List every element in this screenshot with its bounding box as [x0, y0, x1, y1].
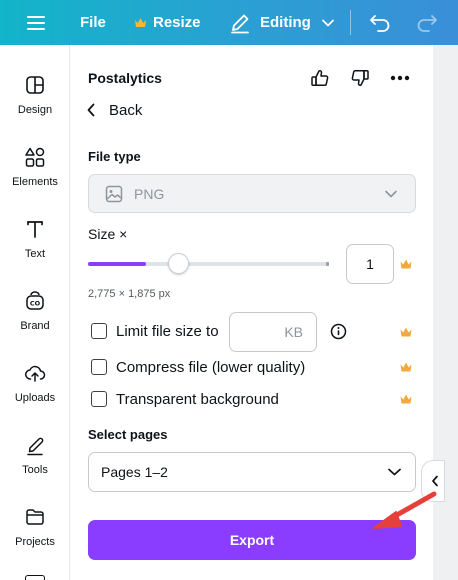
chevron-left-icon — [86, 103, 96, 117]
more-options-icon[interactable] — [389, 67, 411, 89]
brand-icon: CO — [23, 289, 47, 313]
file-type-value: PNG — [134, 185, 165, 202]
annotation-arrow-icon — [373, 491, 437, 529]
editing-label: Editing — [260, 14, 311, 31]
crown-icon — [134, 17, 147, 28]
select-pages-label: Select pages — [88, 427, 168, 442]
hamburger-menu-icon[interactable] — [26, 0, 46, 45]
undo-icon — [369, 14, 391, 32]
pages-value: Pages 1–2 — [101, 464, 168, 480]
file-type-select[interactable]: PNG — [88, 174, 416, 213]
sidebar-item-label: Design — [17, 104, 53, 116]
editing-mode-button[interactable]: Editing — [229, 0, 334, 45]
file-type-label: File type — [88, 149, 141, 164]
sidebar-item-uploads[interactable]: Uploads — [0, 361, 70, 423]
top-bar: File Resize Editing — [0, 0, 458, 45]
compress-file-option[interactable]: Compress file (lower quality) — [91, 357, 305, 377]
file-size-limit-input[interactable]: KB — [229, 312, 317, 352]
file-menu-label: File — [80, 14, 106, 31]
design-icon — [23, 73, 47, 97]
uploads-icon — [23, 361, 47, 385]
crown-icon — [400, 259, 412, 269]
sidebar-item-text[interactable]: Text — [0, 217, 70, 279]
limit-file-size-option[interactable]: Limit file size to — [91, 321, 219, 341]
back-label: Back — [109, 101, 143, 119]
compress-file-checkbox[interactable] — [91, 359, 107, 375]
limit-file-size-checkbox[interactable] — [91, 323, 107, 339]
sidebar-item-label: Projects — [15, 536, 55, 548]
file-menu-button[interactable]: File — [80, 0, 106, 45]
limit-file-size-label: Limit file size to — [116, 322, 219, 340]
size-slider-handle[interactable] — [167, 253, 189, 274]
chevron-down-icon — [388, 468, 401, 476]
sidebar-item-label: Brand — [20, 320, 50, 332]
thumbs-up-icon[interactable] — [309, 67, 331, 89]
tools-icon — [23, 433, 47, 457]
sidebar-item-label: Uploads — [14, 392, 56, 404]
crown-icon — [400, 327, 412, 337]
sidebar-item-label: Tools — [22, 464, 48, 476]
size-slider-track[interactable] — [88, 262, 329, 266]
crown-icon — [400, 394, 412, 404]
slider-end-marker — [326, 262, 329, 266]
redo-icon — [416, 14, 438, 32]
toolbar-divider — [350, 10, 351, 35]
image-icon — [105, 185, 123, 203]
sidebar-item-elements[interactable]: Elements — [0, 145, 70, 207]
compress-file-label: Compress file (lower quality) — [116, 358, 306, 376]
pencil-icon — [229, 12, 251, 34]
output-dimensions: 2,775 × 1,875 px — [88, 288, 171, 300]
redo-button[interactable] — [416, 0, 438, 45]
transparent-background-checkbox[interactable] — [91, 391, 107, 407]
undo-button[interactable] — [369, 0, 391, 45]
chevron-down-icon — [321, 19, 334, 27]
chevron-left-icon — [431, 475, 439, 487]
elements-icon — [23, 145, 47, 169]
panel-title: Postalytics — [88, 70, 162, 86]
size-label: Size × — [88, 226, 128, 242]
transparent-background-label: Transparent background — [116, 390, 279, 408]
more-apps-icon[interactable] — [25, 575, 45, 580]
left-sidebar: Design Elements Text CO Brand Uploads To… — [0, 45, 70, 580]
size-value: 1 — [366, 256, 374, 272]
export-label: Export — [229, 532, 275, 548]
kb-unit: KB — [284, 324, 303, 340]
select-pages-dropdown[interactable]: Pages 1–2 — [88, 452, 416, 492]
info-icon[interactable] — [330, 323, 347, 340]
sidebar-item-design[interactable]: Design — [0, 73, 70, 135]
chevron-down-icon — [385, 190, 397, 198]
text-icon — [23, 217, 47, 241]
svg-text:CO: CO — [30, 300, 41, 308]
size-slider-fill — [88, 262, 146, 266]
projects-icon — [23, 505, 47, 529]
sidebar-item-tools[interactable]: Tools — [0, 433, 70, 495]
sidebar-item-brand[interactable]: CO Brand — [0, 289, 70, 351]
sidebar-item-label: Elements — [12, 176, 58, 188]
back-button[interactable]: Back — [86, 100, 142, 120]
sidebar-item-projects[interactable]: Projects — [0, 505, 70, 567]
transparent-background-option[interactable]: Transparent background — [91, 389, 279, 409]
crown-icon — [400, 362, 412, 372]
resize-button[interactable]: Resize — [134, 0, 201, 45]
size-input[interactable]: 1 — [346, 244, 394, 284]
thumbs-down-icon[interactable] — [349, 67, 371, 89]
sidebar-item-label: Text — [24, 248, 46, 260]
resize-label: Resize — [153, 14, 201, 31]
